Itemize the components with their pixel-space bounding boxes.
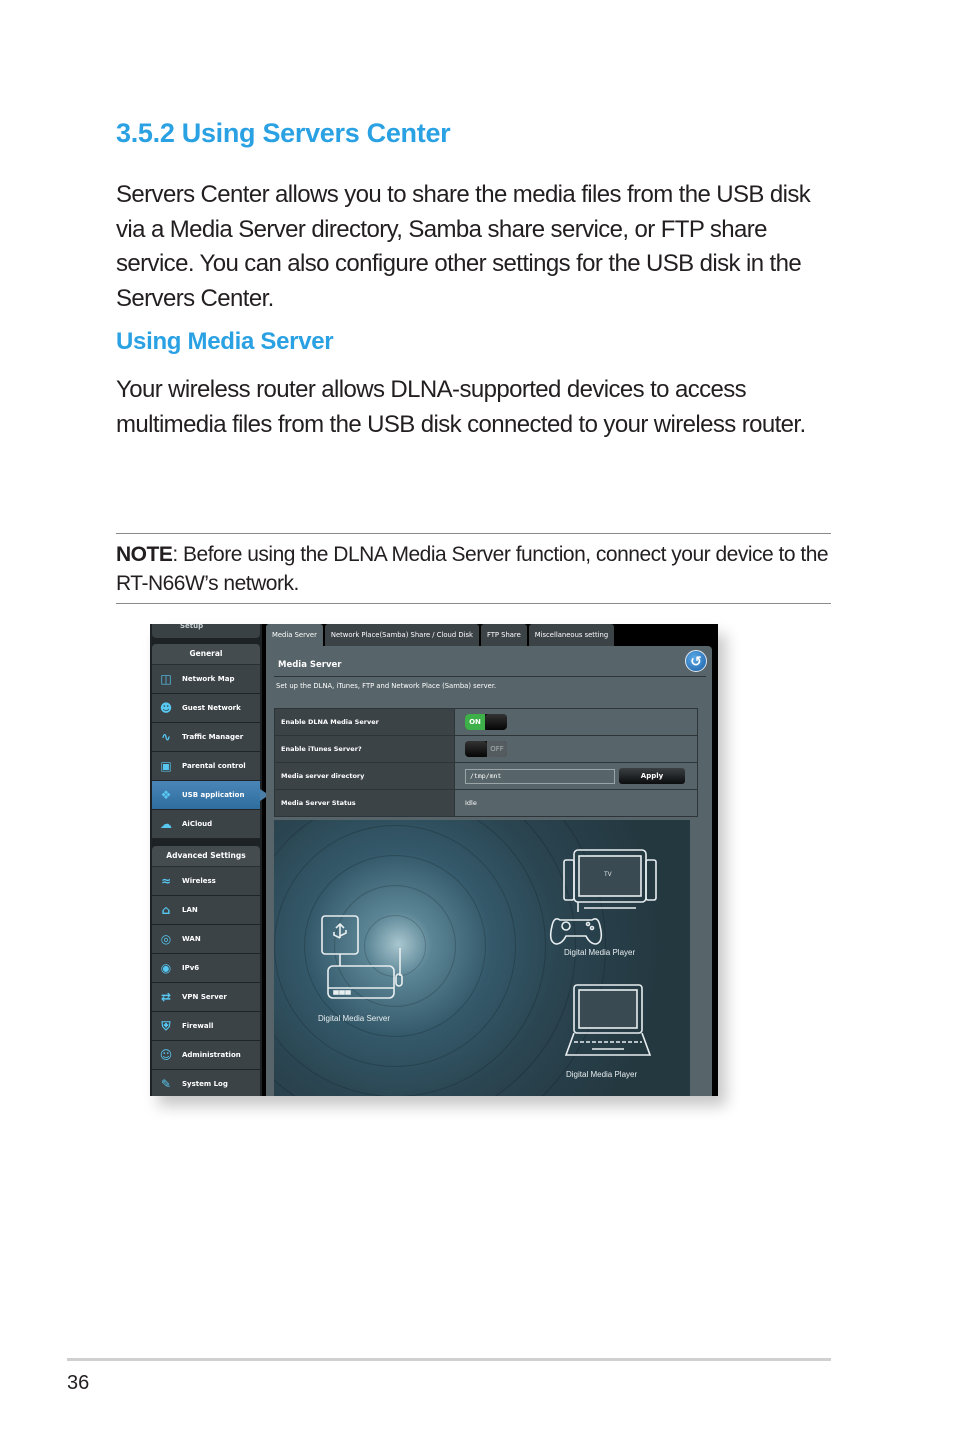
- table-row: Enable iTunes Server? OFF: [274, 735, 698, 763]
- sidebar-item-wan[interactable]: ◎ WAN: [152, 925, 260, 954]
- dlna-toggle[interactable]: ON: [465, 714, 507, 730]
- main-content: Media Server Network Place(Samba) Share …: [266, 624, 718, 1096]
- sidebar-item-label: USB application: [182, 791, 245, 799]
- media-server-panel: Media Server ↺ Set up the DLNA, iTunes, …: [266, 646, 712, 1096]
- lock-icon: ▣: [160, 759, 172, 773]
- footer-rule: [67, 1358, 831, 1361]
- sidebar-group-header: General: [152, 644, 260, 665]
- intro-paragraph: Servers Center allows you to share the m…: [116, 181, 811, 312]
- note-top-rule: [116, 533, 831, 534]
- vpn-icon: ⇄: [160, 990, 172, 1004]
- note-box: NOTE: Before using the DLNA Media Server…: [116, 540, 831, 598]
- sidebar-item-parental-control[interactable]: ▣ Parental control: [152, 752, 260, 781]
- sidebar-item-label: IPv6: [182, 964, 200, 972]
- sidebar-item-system-log[interactable]: ✎ System Log: [152, 1070, 260, 1096]
- player-label: Digital Media Player: [564, 948, 636, 957]
- shield-icon: ⛨: [161, 1018, 171, 1033]
- sidebar-item-wireless[interactable]: ≈ Wireless: [152, 867, 260, 896]
- sidebar-item-label: Guest Network: [182, 704, 241, 712]
- wifi-icon: ≈: [160, 874, 172, 888]
- sidebar-item-usb-application[interactable]: ❖ USB application: [152, 781, 269, 810]
- itunes-label: Enable iTunes Server?: [274, 735, 455, 763]
- toggle-knob: [485, 714, 507, 730]
- sidebar-item-label: Firewall: [182, 1022, 214, 1030]
- puzzle-icon: ❖: [160, 788, 172, 802]
- usb-disk-icon: [321, 915, 359, 955]
- tv-label: TV: [604, 872, 612, 878]
- laptop-icon: [564, 984, 652, 1056]
- tab-bar: Media Server Network Place(Samba) Share …: [266, 624, 616, 646]
- panel-divider: [274, 676, 706, 677]
- note-label: NOTE: [116, 543, 173, 566]
- section-heading: 3.5.2 Using Servers Center: [116, 118, 451, 148]
- back-arrow-icon[interactable]: ↺: [685, 650, 707, 672]
- sidebar-item-aicloud[interactable]: ☁ AiCloud: [152, 810, 260, 839]
- tab-miscellaneous-setting[interactable]: Miscellaneous setting: [528, 624, 615, 646]
- sidebar-item-lan[interactable]: ⌂ LAN: [152, 896, 260, 925]
- table-row: Media server directory /tmp/mnt Apply: [274, 762, 698, 790]
- globe-icon: ◎: [160, 932, 172, 946]
- sidebar-group-general: General ◫ Network Map ☻ Guest Network ∿ Tra…: [152, 644, 269, 839]
- sidebar-group-advanced: Advanced Settings ≈ Wireless ⌂ LAN ◎ WAN ◉ I…: [152, 846, 260, 1096]
- server-label: Digital Media Server: [318, 1014, 391, 1023]
- toggle-knob: [465, 741, 487, 757]
- sidebar-item-label: AiCloud: [182, 820, 213, 828]
- network-map-icon: ◫: [160, 672, 172, 686]
- device-drawings: [321, 849, 657, 1056]
- sidebar-item-network-map[interactable]: ◫ Network Map: [152, 665, 260, 694]
- sidebar-item-guest-network[interactable]: ☻ Guest Network: [152, 694, 260, 723]
- tab-media-server[interactable]: Media Server: [266, 624, 323, 646]
- subheading: Using Media Server: [116, 328, 334, 355]
- sidebar-item-label: Parental control: [182, 762, 246, 770]
- panel-description: Set up the DLNA, iTunes, FTP and Network…: [276, 682, 497, 690]
- note-text: : Before using the DLNA Media Server fun…: [116, 543, 829, 595]
- media-directory-input[interactable]: /tmp/mnt: [465, 768, 615, 784]
- apply-button[interactable]: Apply: [619, 768, 685, 784]
- sidebar-item-firewall[interactable]: ⛨ Firewall: [152, 1012, 260, 1041]
- sidebar: Setup General ◫ Network Map ☻ Guest Networ…: [150, 624, 269, 1096]
- sidebar-item-label: LAN: [182, 906, 198, 914]
- sidebar-item-ipv6[interactable]: ◉ IPv6: [152, 954, 260, 983]
- guest-network-icon: ☻: [159, 701, 173, 715]
- panel-title: Media Server: [278, 660, 342, 670]
- sidebar-item-label: Traffic Manager: [182, 733, 244, 741]
- sidebar-item-label: System Log: [182, 1080, 228, 1088]
- sidebar-item-label: Network Map: [182, 675, 235, 683]
- dlna-illustration: TV Digital Media Server Digital Media Pl…: [274, 820, 690, 1096]
- admin-user-icon: ☺: [159, 1048, 173, 1062]
- sidebar-item-traffic-manager[interactable]: ∿ Traffic Manager: [152, 723, 260, 752]
- player-label: Digital Media Player: [566, 1070, 638, 1079]
- sidebar-item-setup[interactable]: Setup: [152, 624, 260, 638]
- log-edit-icon: ✎: [160, 1077, 172, 1091]
- table-row: Media Server Status Idle: [274, 789, 698, 817]
- sidebar-item-label: WAN: [182, 935, 201, 943]
- status-value: Idle: [454, 789, 698, 817]
- note-bottom-rule: [116, 603, 831, 604]
- tv-icon: [563, 849, 657, 909]
- toggle-off-text: OFF: [487, 741, 507, 757]
- itunes-toggle[interactable]: OFF: [465, 741, 507, 757]
- traffic-manager-icon: ∿: [160, 730, 172, 744]
- settings-table: Enable DLNA Media Server ON Enable iTune…: [274, 708, 698, 817]
- directory-label: Media server directory: [274, 762, 455, 790]
- table-row: Enable DLNA Media Server ON: [274, 708, 698, 736]
- house-icon: ⌂: [161, 903, 171, 917]
- sidebar-item-label: Administration: [182, 1051, 241, 1059]
- router-ui-screenshot: Setup General ◫ Network Map ☻ Guest Networ…: [150, 624, 718, 1096]
- toggle-on-text: ON: [465, 714, 485, 730]
- tab-ftp-share[interactable]: FTP Share: [480, 624, 527, 646]
- tab-network-place-samba[interactable]: Network Place(Samba) Share / Cloud Disk: [324, 624, 479, 646]
- sidebar-item-label: Wireless: [182, 877, 216, 885]
- sidebar-item-administration[interactable]: ☺ Administration: [152, 1041, 260, 1070]
- page-number: 36: [67, 1372, 90, 1394]
- sidebar-group-header: Advanced Settings: [152, 846, 260, 867]
- sidebar-item-label: VPN Server: [182, 993, 227, 1001]
- cloud-icon: ☁: [160, 817, 172, 831]
- dlna-label: Enable DLNA Media Server: [274, 708, 455, 736]
- sidebar-item-vpn-server[interactable]: ⇄ VPN Server: [152, 983, 260, 1012]
- status-label: Media Server Status: [274, 789, 455, 817]
- router-icon: [327, 948, 403, 999]
- media-paragraph: Your wireless router allows DLNA-support…: [116, 376, 806, 438]
- ipv6-globe-icon: ◉: [160, 961, 172, 975]
